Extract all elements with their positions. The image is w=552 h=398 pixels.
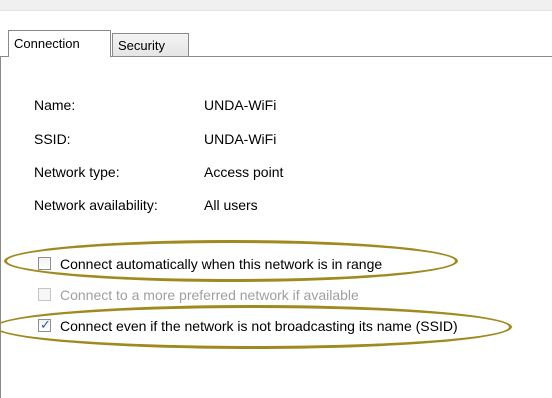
ssid-label: SSID: xyxy=(34,131,71,147)
name-label: Name: xyxy=(34,97,76,113)
network-availability-value: All users xyxy=(204,197,258,213)
checkmark-icon: ✓ xyxy=(40,317,51,332)
tab-strip: Connection Security xyxy=(0,30,552,57)
checkbox-box-disabled xyxy=(38,288,51,301)
checkbox-box[interactable] xyxy=(38,257,51,270)
network-availability-label: Network availability: xyxy=(34,197,158,213)
title-bar-edge xyxy=(0,0,552,11)
network-type-label: Network type: xyxy=(34,164,120,180)
tab-security[interactable]: Security xyxy=(112,33,189,57)
connect-automatically-label[interactable]: Connect automatically when this network … xyxy=(60,256,382,273)
checkbox-box-checked[interactable]: ✓ xyxy=(38,317,51,332)
connect-preferred-network-label: Connect to a more preferred network if a… xyxy=(60,287,359,303)
tab-connection-label: Connection xyxy=(14,36,80,51)
name-value: UNDA-WiFi xyxy=(204,97,277,113)
connect-even-if-not-broadcasting-label[interactable]: Connect even if the network is not broad… xyxy=(60,318,458,335)
network-type-value: Access point xyxy=(204,164,284,180)
wireless-properties-dialog: Connection Security Name: UNDA-WiFi SSID… xyxy=(0,0,552,398)
tab-connection[interactable]: Connection xyxy=(8,30,111,57)
ssid-value: UNDA-WiFi xyxy=(204,131,277,147)
tab-security-label: Security xyxy=(118,38,165,53)
